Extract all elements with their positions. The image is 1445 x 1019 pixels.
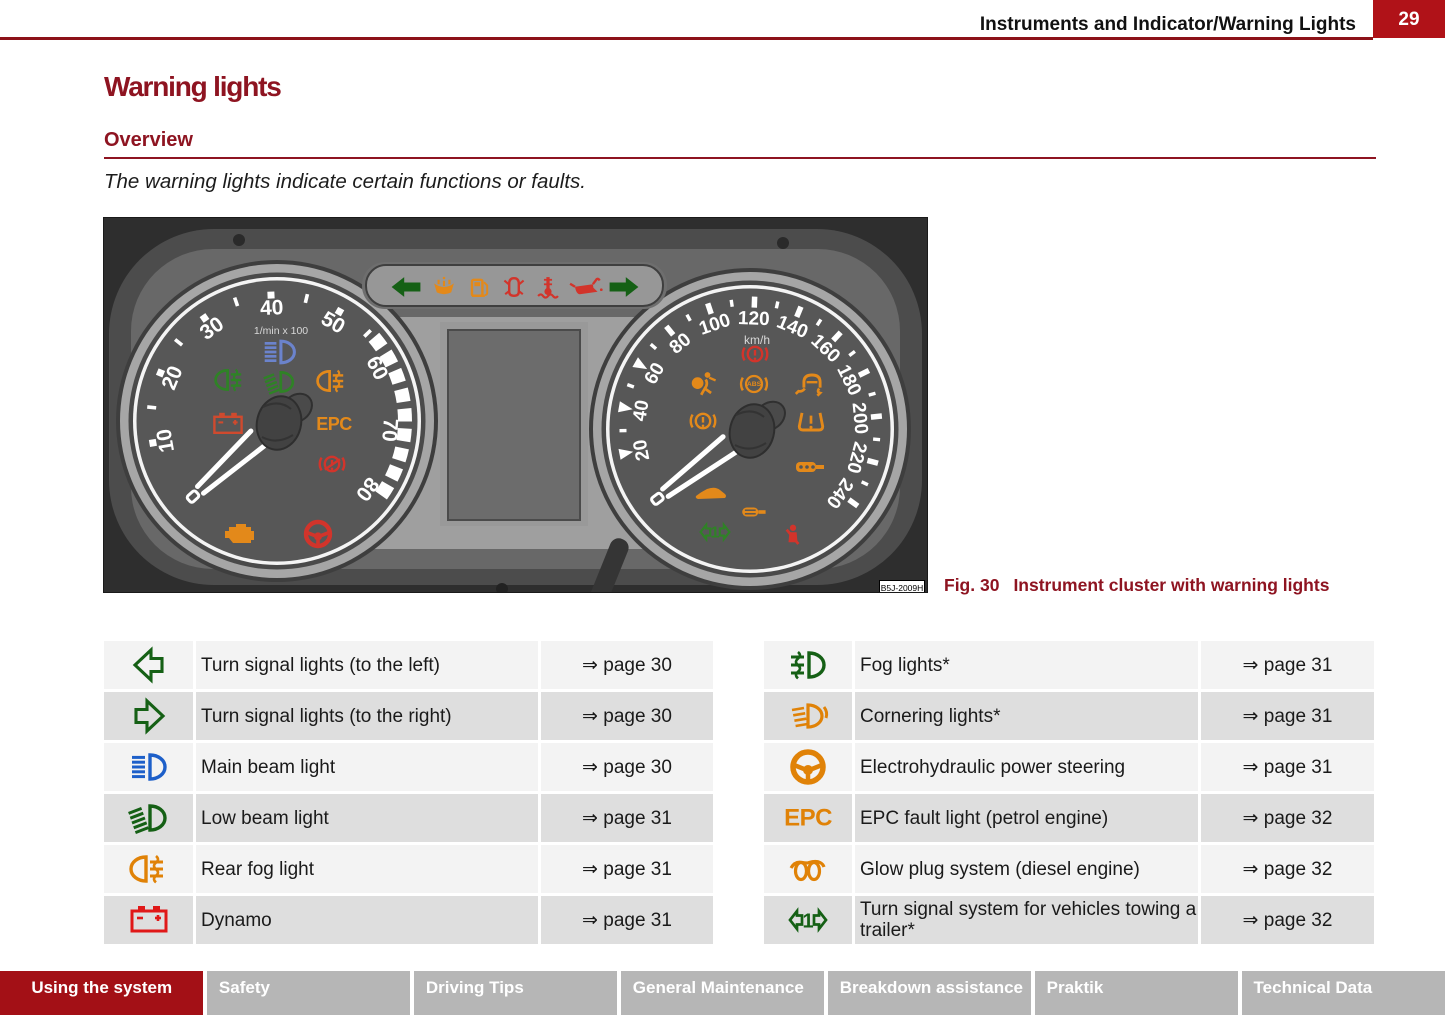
svg-text:B5J-2009H: B5J-2009H: [881, 583, 924, 593]
svg-text:1: 1: [802, 911, 813, 933]
svg-text:1: 1: [711, 525, 720, 542]
svg-text:EPC: EPC: [316, 414, 352, 434]
svg-text:20: 20: [630, 438, 655, 463]
svg-text:200: 200: [848, 401, 872, 435]
svg-text:70: 70: [377, 417, 402, 442]
svg-text:ABS: ABS: [747, 381, 762, 388]
svg-text:1/min x 100: 1/min x 100: [254, 325, 308, 337]
svg-text:40: 40: [259, 296, 283, 320]
svg-text:EPC: EPC: [784, 805, 832, 832]
svg-text:40: 40: [629, 399, 653, 423]
svg-text:10: 10: [152, 427, 179, 454]
svg-text:km/h: km/h: [744, 333, 770, 347]
svg-text:120: 120: [738, 308, 770, 330]
